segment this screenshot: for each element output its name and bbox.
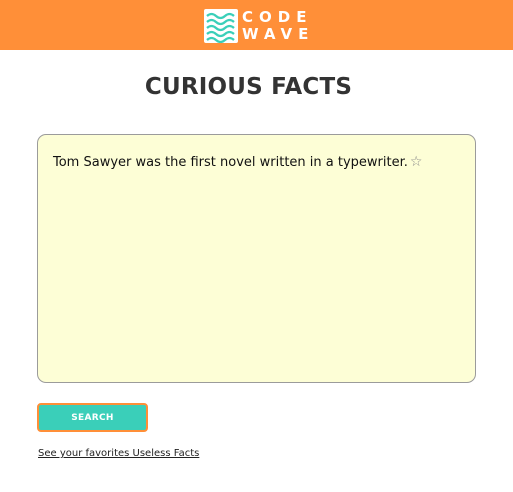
star-outline-icon[interactable]: ☆	[410, 154, 423, 170]
fact-display-area: Tom Sawyer was the first novel written i…	[37, 134, 476, 383]
logo-text-line1: CODE	[242, 8, 313, 26]
logo-wordmark: CODE WAVE	[242, 9, 314, 43]
logo[interactable]: CODE WAVE	[204, 9, 314, 44]
page-title: CURIOUS FACTS	[144, 74, 353, 100]
favorites-link[interactable]: See your favorites Useless Facts	[38, 448, 199, 459]
site-header: CODE WAVE	[0, 0, 513, 50]
waves-icon	[204, 9, 238, 44]
fact-text-line: Tom Sawyer was the first novel written i…	[53, 154, 422, 170]
fact-text: Tom Sawyer was the first novel written i…	[53, 155, 408, 170]
search-button[interactable]: SEARCH	[37, 403, 148, 432]
logo-text-line2: WAVE	[242, 25, 315, 43]
